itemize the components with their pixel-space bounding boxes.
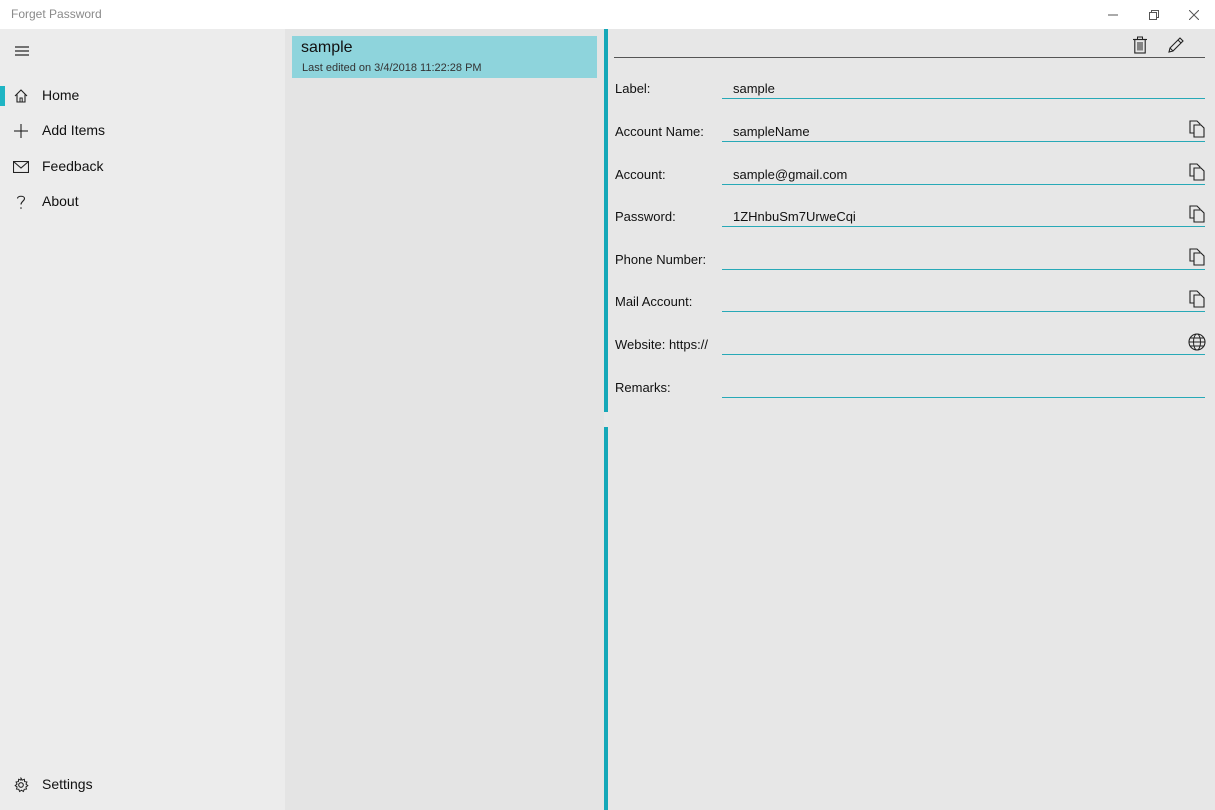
home-icon (12, 87, 30, 105)
selection-indicator (0, 86, 5, 106)
delete-button[interactable] (1127, 32, 1153, 58)
account-value[interactable]: sample@gmail.com (733, 167, 847, 182)
nav-item-label: Settings (42, 776, 93, 792)
field-label: Password: (615, 209, 676, 224)
window-title: Forget Password (11, 7, 102, 21)
field-label: Account Name: (615, 124, 704, 139)
close-button[interactable] (1174, 0, 1214, 29)
item-list-pane: sample Last edited on 3/4/2018 11:22:28 … (285, 29, 604, 810)
trash-icon (1133, 36, 1147, 54)
field-underline (722, 397, 1205, 398)
account-field: Account: sample@gmail.com (608, 157, 1215, 200)
field-underline (722, 226, 1205, 227)
account-name-value[interactable]: sampleName (733, 124, 810, 139)
field-label: Label: (615, 81, 651, 96)
mail-account-field: Mail Account: (608, 284, 1215, 327)
gear-icon (12, 776, 30, 794)
field-label: Remarks: (615, 380, 671, 395)
copy-icon[interactable] (1186, 161, 1208, 183)
field-underline (722, 184, 1205, 185)
copy-icon[interactable] (1186, 118, 1208, 140)
label-field: Label: sample (608, 71, 1215, 114)
nav-item-settings[interactable]: Settings (0, 767, 285, 803)
minimize-icon (1108, 14, 1118, 15)
field-label: Account: (615, 167, 666, 182)
copy-icon[interactable] (1186, 288, 1208, 310)
nav-item-about[interactable]: About (0, 184, 285, 220)
edit-button[interactable] (1163, 32, 1189, 58)
list-item[interactable]: sample Last edited on 3/4/2018 11:22:28 … (292, 36, 597, 78)
field-underline (722, 98, 1205, 99)
field-underline (722, 269, 1205, 270)
plus-icon (12, 122, 30, 140)
restore-icon (1149, 9, 1159, 20)
nav-item-feedback[interactable]: Feedback (0, 149, 285, 185)
list-item-title: sample (301, 39, 353, 56)
close-icon (1189, 9, 1199, 20)
toolbar-divider (614, 57, 1205, 58)
field-label: Mail Account: (615, 294, 693, 309)
question-icon (12, 193, 30, 211)
restore-button[interactable] (1134, 0, 1174, 29)
globe-icon[interactable] (1186, 331, 1208, 353)
remarks-field: Remarks: (608, 370, 1215, 413)
nav-item-label: About (42, 193, 79, 209)
title-bar: Forget Password (0, 0, 1215, 29)
detail-pane: Label: sample Account Name: sampleName A… (608, 29, 1215, 810)
nav-item-label: Add Items (42, 122, 106, 138)
nav-item-label: Feedback (42, 158, 104, 174)
label-value[interactable]: sample (733, 81, 775, 96)
website-field: Website: https:// (608, 327, 1215, 370)
list-item-subtitle: Last edited on 3/4/2018 11:22:28 PM (302, 62, 482, 74)
field-label: Website: https:// (615, 337, 708, 352)
field-underline (722, 141, 1205, 142)
hamburger-icon (15, 46, 29, 56)
copy-icon[interactable] (1186, 203, 1208, 225)
copy-icon[interactable] (1186, 246, 1208, 268)
nav-item-label: Home (42, 87, 80, 103)
password-value[interactable]: 1ZHnbuSm7UrweCqi (733, 209, 856, 224)
account-name-field: Account Name: sampleName (608, 114, 1215, 157)
hamburger-menu-button[interactable] (8, 37, 36, 65)
nav-item-home[interactable]: Home (0, 78, 285, 114)
nav-item-add-items[interactable]: Add Items (0, 113, 285, 149)
mail-icon (12, 158, 30, 176)
password-field: Password: 1ZHnbuSm7UrweCqi (608, 199, 1215, 242)
pencil-icon (1168, 37, 1184, 53)
field-label: Phone Number: (615, 252, 707, 267)
minimize-button[interactable] (1093, 0, 1133, 29)
phone-number-field: Phone Number: (608, 242, 1215, 285)
navigation-pane: Home Add Items Feedback About Settings (0, 29, 285, 810)
field-underline (722, 354, 1205, 355)
field-underline (722, 311, 1205, 312)
